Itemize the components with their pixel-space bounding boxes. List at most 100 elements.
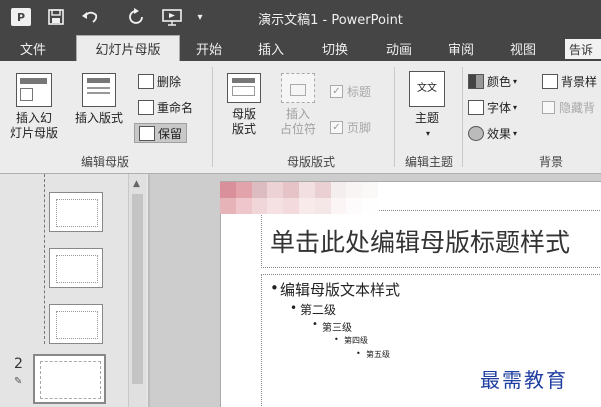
background-styles-icon <box>542 73 558 89</box>
master-tree-line <box>44 174 45 344</box>
title-bar: P ▾ 演示文稿1 - PowerPoint <box>0 0 601 35</box>
group-separator <box>462 67 463 167</box>
delete-icon <box>138 73 154 89</box>
preserve-label: 保留 <box>158 126 183 141</box>
background-styles-button[interactable]: 背景样 <box>542 71 597 91</box>
master-layout-button[interactable]: 母版 版式 <box>222 73 266 137</box>
insert-placeholder-label-2: 占位符 <box>279 122 316 136</box>
tab-home[interactable]: 开始 <box>182 35 236 61</box>
pixelated-redaction <box>220 198 378 214</box>
footer-checkbox[interactable]: ✓ 页脚 <box>330 117 371 137</box>
text-level-5: 第五级 <box>356 349 390 360</box>
redo-icon[interactable] <box>126 7 146 27</box>
slide-number: 2 <box>14 356 23 372</box>
group-label-edit-theme: 编辑主题 <box>404 155 453 169</box>
insert-placeholder-icon <box>281 73 315 103</box>
preserve-pin-icon <box>139 125 155 141</box>
ribbon: 插入幻 灯片母版 插入版式 删除 重命名 保留 编辑母版 母版 版式 插入 占位… <box>0 61 601 174</box>
tab-view[interactable]: 视图 <box>496 35 550 61</box>
background-styles-label: 背景样 <box>561 74 598 89</box>
fonts-dropdown-icon: ▾ <box>513 102 518 112</box>
tab-insert[interactable]: 插入 <box>244 35 298 61</box>
slide-thumbnail-panel: 2 ✎ ▲ <box>0 174 148 407</box>
text-level-4: 第四级 <box>334 335 368 346</box>
layout-thumbnail[interactable] <box>49 248 103 288</box>
tab-transitions[interactable]: 切换 <box>308 35 362 61</box>
footer-check-icon: ✓ <box>330 120 343 134</box>
master-layout-label-1: 母版 <box>231 107 256 121</box>
text-level-1: 编辑母版文本样式 <box>270 279 400 300</box>
colors-label: 颜色 <box>487 74 512 89</box>
themes-label: 主题 <box>414 111 439 125</box>
insert-placeholder-label-1: 插入 <box>285 107 310 121</box>
master-thumbnail-selected[interactable] <box>33 354 106 404</box>
colors-icon <box>468 73 484 89</box>
fonts-label: 字体 <box>487 100 512 115</box>
hide-background-checkbox[interactable]: 隐藏背 <box>542 97 595 117</box>
title-check-icon: ✓ <box>330 84 343 98</box>
insert-slide-master-label-1: 插入幻 <box>15 111 52 125</box>
tell-me-box[interactable]: 告诉 <box>565 39 601 59</box>
window-title: 演示文稿1 - PowerPoint <box>258 13 403 28</box>
rename-icon <box>138 99 154 115</box>
colors-dropdown-icon: ▾ <box>513 76 518 86</box>
themes-dropdown-icon: ▾ <box>425 129 430 138</box>
rename-label: 重命名 <box>157 100 194 115</box>
title-placeholder[interactable]: 单击此处编辑母版标题样式 <box>261 210 601 268</box>
preserve-button[interactable]: 保留 <box>134 123 188 143</box>
master-layout-icon <box>227 73 261 103</box>
group-label-background: 背景 <box>538 155 563 169</box>
hide-background-check-icon <box>542 100 555 114</box>
insert-slide-master-button[interactable]: 插入幻 灯片母版 <box>8 73 60 141</box>
effects-label: 效果 <box>487 126 512 141</box>
thumbnail-scrollbar[interactable]: ▲ <box>128 174 146 407</box>
preserved-pin-icon: ✎ <box>14 376 23 387</box>
scrollbar-thumb[interactable] <box>132 194 143 384</box>
tab-animations[interactable]: 动画 <box>372 35 426 61</box>
insert-slide-master-icon <box>16 73 52 107</box>
undo-icon[interactable] <box>80 7 100 27</box>
master-layout-label-2: 版式 <box>231 122 256 136</box>
footer-checkbox-label: 页脚 <box>347 120 372 135</box>
title-placeholder-text: 单击此处编辑母版标题样式 <box>270 228 571 257</box>
save-icon[interactable] <box>46 7 66 27</box>
insert-slide-master-label-2: 灯片母版 <box>9 126 58 140</box>
group-label-master-layout: 母版版式 <box>286 155 335 169</box>
colors-button[interactable]: 颜色 ▾ <box>468 71 517 91</box>
pixelated-redaction <box>220 182 378 198</box>
scroll-up-icon[interactable]: ▲ <box>133 179 140 189</box>
group-separator <box>212 67 213 167</box>
rename-button[interactable]: 重命名 <box>138 97 193 117</box>
effects-button[interactable]: 效果 ▾ <box>468 123 517 143</box>
group-separator <box>394 67 395 167</box>
insert-layout-label: 插入版式 <box>74 111 123 125</box>
layout-thumbnail[interactable] <box>49 192 103 232</box>
fonts-icon <box>468 99 484 115</box>
hide-background-label: 隐藏背 <box>559 100 596 115</box>
title-checkbox-label: 标题 <box>347 84 372 99</box>
themes-button[interactable]: 文文 主题 ▾ <box>404 71 450 141</box>
present-from-start-icon[interactable] <box>160 7 184 27</box>
themes-icon: 文文 <box>409 71 445 107</box>
effects-dropdown-icon: ▾ <box>513 128 518 138</box>
tab-review[interactable]: 审阅 <box>434 35 488 61</box>
customize-arrow-icon[interactable]: ▾ <box>194 7 206 27</box>
fonts-button[interactable]: 字体 ▾ <box>468 97 517 117</box>
text-level-2: 第二级 <box>290 301 336 318</box>
tab-slide-master[interactable]: 幻灯片母版 <box>76 35 180 61</box>
insert-layout-icon <box>82 73 116 107</box>
title-checkbox[interactable]: ✓ 标题 <box>330 81 371 101</box>
group-label-edit-master: 编辑母版 <box>80 155 129 169</box>
tab-file[interactable]: 文件 <box>6 35 60 61</box>
effects-icon <box>468 125 484 141</box>
ribbon-tab-bar: 文件 幻灯片母版 开始 插入 切换 动画 审阅 视图 告诉 <box>0 35 601 61</box>
powerpoint-logo-icon: P <box>10 7 32 27</box>
text-level-3: 第三级 <box>312 319 352 334</box>
app-logo-letter: P <box>11 8 31 26</box>
insert-placeholder-button[interactable]: 插入 占位符 <box>272 73 324 137</box>
delete-button[interactable]: 删除 <box>138 71 181 91</box>
watermark-text: 最需教育 <box>480 368 568 392</box>
layout-thumbnail[interactable] <box>49 304 103 344</box>
insert-layout-button[interactable]: 插入版式 <box>68 73 130 126</box>
delete-label: 删除 <box>157 74 182 89</box>
